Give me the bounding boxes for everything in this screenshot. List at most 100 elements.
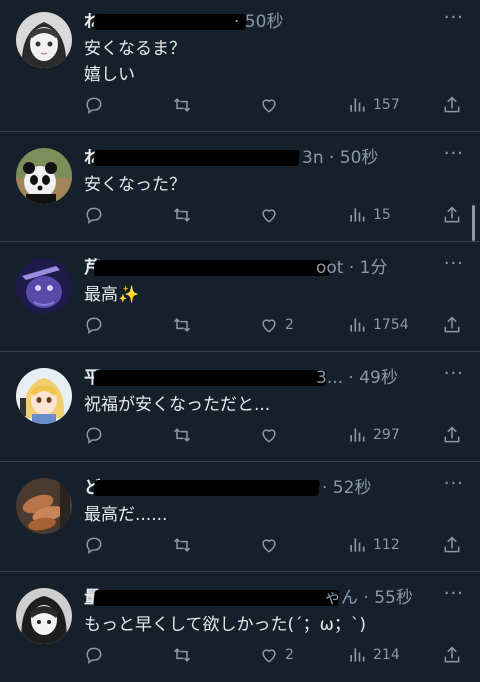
redacted-name-bar <box>93 480 320 496</box>
timestamp[interactable]: ゃん · 55秒 <box>324 586 413 610</box>
like-button[interactable]: 2 <box>259 314 294 336</box>
tweet-text-line: 最高だ...... <box>84 505 168 525</box>
avatar[interactable] <box>16 258 72 314</box>
reply-button[interactable] <box>84 314 104 336</box>
tweet[interactable]: ど · 52秒 ··· 最高だ...... 112 <box>0 462 480 572</box>
tweet-text-line: 最高✨ <box>84 285 140 305</box>
avatar[interactable] <box>16 148 72 204</box>
share-icon <box>444 646 460 663</box>
redacted-name-bar <box>93 260 331 276</box>
share-button[interactable] <box>442 204 462 226</box>
view-count: 15 <box>373 207 391 223</box>
tweet-actions: 297 <box>84 424 462 446</box>
like-button[interactable] <box>259 94 285 116</box>
more-options-icon[interactable]: ··· <box>444 252 464 276</box>
reply-button[interactable] <box>84 534 104 556</box>
heart-icon <box>262 209 276 223</box>
reply-button[interactable] <box>84 94 104 116</box>
tweet-actions: 112 <box>84 534 462 556</box>
scrollbar[interactable] <box>472 205 475 241</box>
dark-hair-anime-avatar-image <box>16 588 72 644</box>
avatar[interactable] <box>16 12 72 68</box>
views-button[interactable]: 157 <box>347 94 400 116</box>
more-options-icon[interactable]: ··· <box>444 362 464 386</box>
views-chart-icon <box>350 208 365 222</box>
reply-icon <box>86 647 102 664</box>
tweet-actions: 2 214 <box>84 644 462 666</box>
tweet[interactable]: 芹 oot · 1分 ··· 最高✨ 2 1754 <box>0 242 480 352</box>
views-chart-icon <box>350 318 365 332</box>
like-button[interactable] <box>259 424 285 446</box>
views-chart-icon <box>350 648 365 662</box>
share-icon <box>444 426 460 443</box>
tweet-text: もっと早くして欲しかった(´；ω；`) <box>84 612 460 638</box>
avatar[interactable] <box>16 368 72 424</box>
tweet-header: 芹 oot · 1分 ··· <box>84 253 464 280</box>
timestamp[interactable]: oot · 1分 <box>316 256 388 280</box>
redacted-name-bar <box>93 150 300 166</box>
share-button[interactable] <box>442 94 462 116</box>
more-options-icon[interactable]: ··· <box>444 6 464 30</box>
tweet-header: 量 ゃん · 55秒 ··· <box>84 583 464 610</box>
view-count: 1754 <box>373 317 409 333</box>
avatar[interactable] <box>16 588 72 644</box>
tweet-actions: 157 <box>84 94 462 116</box>
share-button[interactable] <box>442 644 462 666</box>
more-options-icon[interactable]: ··· <box>444 582 464 606</box>
share-button[interactable] <box>442 314 462 336</box>
like-button[interactable] <box>259 204 285 226</box>
timestamp[interactable]: 3n · 50秒 <box>302 146 378 170</box>
avatar[interactable] <box>16 478 72 534</box>
tweet-text: 安くなるま？ 嬉しい <box>84 36 460 88</box>
redacted-name-bar <box>93 590 340 606</box>
blonde-anime-girl-avatar-image <box>16 368 72 424</box>
retweet-icon <box>173 428 191 442</box>
share-button[interactable] <box>442 534 462 556</box>
views-button[interactable]: 15 <box>347 204 391 226</box>
reply-button[interactable] <box>84 204 104 226</box>
panda-avatar-image <box>16 148 72 204</box>
tweet-text-line: 嬉しい <box>84 65 135 85</box>
tweet-text: 最高だ...... <box>84 502 460 528</box>
reply-icon <box>86 427 102 444</box>
timestamp[interactable]: · 50秒 <box>234 10 283 34</box>
heart-icon <box>262 99 276 113</box>
like-count: 2 <box>285 647 294 663</box>
tweet-text-line: 安くなるま？ <box>84 39 186 59</box>
more-options-icon[interactable]: ··· <box>444 142 464 166</box>
retweet-button[interactable] <box>172 534 192 556</box>
views-button[interactable]: 1754 <box>347 314 409 336</box>
tweet[interactable]: 平 3... · 49秒 ··· 祝福が安くなっただと... 297 <box>0 352 480 462</box>
more-options-icon[interactable]: ··· <box>444 472 464 496</box>
retweet-button[interactable] <box>172 94 192 116</box>
like-button[interactable]: 2 <box>259 644 294 666</box>
tweet[interactable]: 量 ゃん · 55秒 ··· もっと早くして欲しかった(´；ω；`) 2 214 <box>0 572 480 682</box>
timestamp[interactable]: 3... · 49秒 <box>316 366 398 390</box>
timestamp[interactable]: · 52秒 <box>322 476 371 500</box>
retweet-button[interactable] <box>172 424 192 446</box>
reply-button[interactable] <box>84 644 104 666</box>
tweet[interactable]: ね · 50秒 ··· 安くなるま？ 嬉しい 157 <box>0 0 480 132</box>
purple-creature-avatar-image <box>16 258 72 314</box>
tweet-header: ど · 52秒 ··· <box>84 473 464 500</box>
heart-icon <box>262 539 276 553</box>
views-button[interactable]: 112 <box>347 534 400 556</box>
reply-button[interactable] <box>84 424 104 446</box>
reply-icon <box>86 537 102 554</box>
tweet-actions: 2 1754 <box>84 314 462 336</box>
retweet-button[interactable] <box>172 314 192 336</box>
views-button[interactable]: 214 <box>347 644 400 666</box>
views-button[interactable]: 297 <box>347 424 400 446</box>
food-photo-avatar-image <box>16 478 72 534</box>
retweet-button[interactable] <box>172 204 192 226</box>
views-chart-icon <box>350 98 365 112</box>
timeline-feed: ね · 50秒 ··· 安くなるま？ 嬉しい 157 ね 3n · 50秒 ··… <box>0 0 480 682</box>
retweet-icon <box>173 538 191 552</box>
share-icon <box>444 96 460 113</box>
like-button[interactable] <box>259 534 285 556</box>
retweet-button[interactable] <box>172 644 192 666</box>
tweet-text: 祝福が安くなっただと... <box>84 392 460 418</box>
tweet[interactable]: ね 3n · 50秒 ··· 安くなった？ 15 <box>0 132 480 242</box>
share-button[interactable] <box>442 424 462 446</box>
tweet-text: 最高✨ <box>84 282 460 308</box>
